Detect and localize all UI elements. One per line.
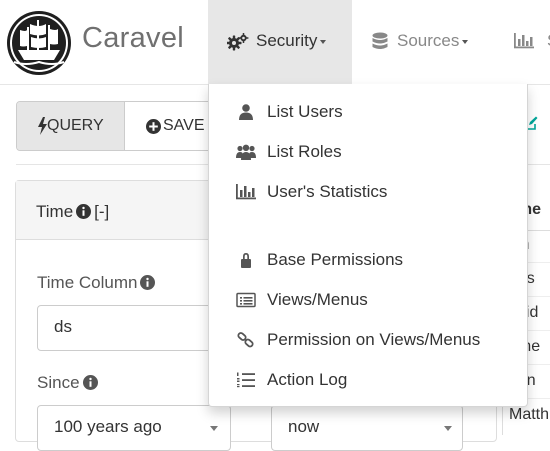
since-value: 100 years ago: [54, 417, 162, 436]
menu-item-label: Action Log: [267, 370, 348, 389]
caravel-logo[interactable]: [6, 10, 72, 76]
info-icon[interactable]: [82, 375, 98, 395]
query-button[interactable]: QUERY: [17, 102, 125, 150]
query-button-label: QUERY: [47, 117, 104, 134]
since-select[interactable]: 100 years ago: [37, 405, 231, 451]
chevron-down-icon: [444, 426, 452, 431]
menu-divider: [209, 231, 527, 232]
caret-down-icon: [320, 39, 327, 44]
since-label: Since: [37, 373, 101, 395]
lock-icon: [236, 252, 256, 268]
group-icon: [236, 144, 256, 160]
time-column-label: Time Column: [37, 273, 158, 295]
link-icon: [236, 332, 256, 348]
menu-item-permission-views-menus[interactable]: Permission on Views/Menus: [209, 320, 527, 360]
nav-security[interactable]: Security: [208, 0, 352, 84]
cogs-icon: [226, 33, 249, 56]
bar-chart-icon: [236, 184, 256, 200]
menu-item-label: Base Permissions: [267, 250, 404, 269]
save-button-label: SAVE: [163, 117, 205, 134]
table-cell: Matth: [509, 406, 550, 423]
info-icon[interactable]: [76, 204, 92, 224]
bolt-icon: [38, 117, 47, 140]
menu-item-label: Views/Menus: [267, 290, 368, 309]
database-icon: [372, 32, 388, 57]
menu-item-label: User's Statistics: [267, 182, 388, 201]
menu-item-label: Permission on Views/Menus: [267, 330, 481, 349]
list-ol-icon: [236, 372, 256, 388]
navbar: Caravel Security Sources: [0, 0, 550, 85]
nav-sources-label: Sources: [397, 31, 469, 51]
until-value: now: [288, 417, 320, 436]
menu-item-label: List Roles: [267, 142, 342, 161]
time-column-value: ds: [54, 317, 72, 336]
collapse-toggle[interactable]: [-]: [94, 202, 109, 221]
nav-security-label: Security: [256, 31, 327, 51]
menu-item-base-permissions[interactable]: Base Permissions: [209, 240, 527, 280]
menu-item-action-log[interactable]: Action Log: [209, 360, 527, 400]
time-panel-title: Time [-]: [36, 202, 109, 224]
until-select[interactable]: now: [271, 405, 463, 451]
menu-item-list-users[interactable]: List Users: [209, 92, 527, 132]
menu-item-list-roles[interactable]: List Roles: [209, 132, 527, 172]
caret-down-icon: [462, 39, 469, 44]
brand-name[interactable]: Caravel: [82, 22, 184, 55]
menu-item-user-statistics[interactable]: User's Statistics: [209, 172, 527, 212]
menu-item-views-menus[interactable]: Views/Menus: [209, 280, 527, 320]
bar-chart-icon: [514, 33, 534, 54]
plus-circle-icon: [146, 119, 161, 139]
user-icon: [236, 104, 256, 120]
list-alt-icon: [236, 292, 256, 308]
menu-item-label: List Users: [267, 102, 343, 121]
security-dropdown-menu: List Users List Roles User's Statistics …: [208, 84, 528, 407]
info-icon[interactable]: [140, 275, 156, 295]
chevron-down-icon: [210, 426, 218, 431]
